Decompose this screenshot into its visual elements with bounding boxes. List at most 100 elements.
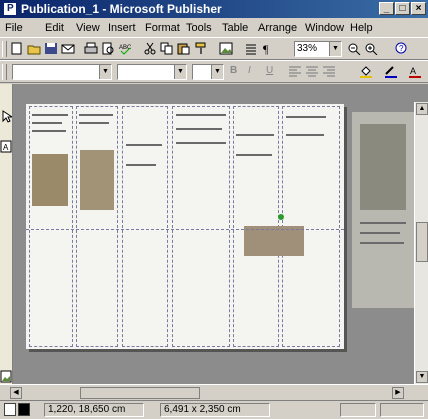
formatting-toolbar: ▼ ▼ ▼ B I U A bbox=[0, 60, 428, 83]
paste-icon[interactable] bbox=[177, 42, 191, 55]
italic-icon[interactable]: I bbox=[248, 65, 262, 78]
status-cell bbox=[340, 403, 376, 417]
underline-icon[interactable]: U bbox=[266, 65, 280, 78]
text-line bbox=[32, 130, 66, 132]
print-preview-icon[interactable] bbox=[101, 42, 115, 55]
email-icon[interactable] bbox=[61, 42, 75, 55]
menu-insert[interactable]: Insert bbox=[108, 22, 136, 34]
size-indicator: 6,491 x 2,350 cm bbox=[160, 403, 270, 417]
photo-frame[interactable] bbox=[360, 124, 406, 210]
scroll-down-icon[interactable]: ▼ bbox=[416, 371, 428, 383]
open-icon[interactable] bbox=[27, 42, 41, 55]
menu-window[interactable]: Window bbox=[305, 22, 344, 34]
font-color-icon[interactable]: A bbox=[408, 65, 422, 78]
close-button[interactable]: × bbox=[411, 2, 426, 15]
menu-format[interactable]: Format bbox=[145, 22, 180, 34]
chevron-down-icon: ▼ bbox=[99, 65, 111, 79]
scroll-right-icon[interactable]: ▶ bbox=[392, 387, 404, 399]
guide-line[interactable] bbox=[26, 229, 344, 230]
text-column[interactable] bbox=[122, 106, 168, 347]
bold-icon[interactable]: B bbox=[230, 65, 244, 78]
text-line bbox=[360, 222, 406, 224]
copy-icon[interactable] bbox=[160, 42, 174, 55]
show-formatting-icon[interactable]: ¶ bbox=[261, 42, 275, 56]
title-bar: P Publication_1 - Microsoft Publisher _ … bbox=[0, 0, 428, 18]
menu-edit[interactable]: Edit bbox=[45, 22, 64, 34]
menu-file[interactable]: File bbox=[5, 22, 23, 34]
vertical-scrollbar[interactable]: ▲ ▼ bbox=[414, 102, 428, 384]
text-line bbox=[126, 164, 156, 166]
scroll-up-icon[interactable]: ▲ bbox=[416, 103, 428, 115]
columns-icon[interactable] bbox=[244, 42, 258, 55]
fill-color-icon[interactable] bbox=[359, 65, 373, 78]
zoom-select[interactable]: 33% ▼ bbox=[294, 41, 342, 57]
publication-page[interactable] bbox=[26, 104, 344, 349]
help-icon[interactable]: ? bbox=[394, 42, 408, 55]
format-painter-icon[interactable] bbox=[194, 42, 208, 55]
zoom-out-icon[interactable] bbox=[347, 42, 361, 56]
text-line bbox=[176, 142, 226, 144]
style-select[interactable]: ▼ bbox=[12, 64, 112, 80]
cut-icon[interactable] bbox=[143, 42, 157, 55]
photo-frame[interactable] bbox=[32, 154, 68, 206]
menu-tools[interactable]: Tools bbox=[186, 22, 212, 34]
text-line bbox=[79, 114, 113, 116]
align-left-icon[interactable] bbox=[288, 65, 302, 78]
status-cell bbox=[380, 403, 424, 417]
text-box-icon[interactable]: A bbox=[0, 140, 12, 153]
scroll-thumb[interactable] bbox=[416, 222, 428, 262]
line-color-icon[interactable] bbox=[384, 65, 398, 78]
size-value: 6,491 x 2,350 cm bbox=[164, 404, 241, 415]
svg-text:?: ? bbox=[399, 44, 404, 53]
window-title: Publication_1 - Microsoft Publisher bbox=[21, 2, 222, 16]
text-column[interactable] bbox=[29, 106, 73, 347]
publisher-app-icon[interactable]: P bbox=[3, 2, 17, 16]
maximize-button[interactable]: □ bbox=[395, 2, 410, 15]
menu-table[interactable]: Table bbox=[222, 22, 248, 34]
scroll-left-icon[interactable]: ◀ bbox=[10, 387, 22, 399]
page-tab[interactable] bbox=[18, 403, 30, 416]
menu-arrange[interactable]: Arrange bbox=[258, 22, 297, 34]
insert-picture-icon[interactable] bbox=[219, 42, 233, 55]
text-line bbox=[32, 122, 62, 124]
minimize-button[interactable]: _ bbox=[379, 2, 394, 15]
horizontal-scrollbar[interactable]: ◀ ▶ bbox=[0, 384, 428, 401]
objects-toolbar: A bbox=[0, 108, 14, 384]
zoom-value: 33% bbox=[297, 43, 318, 54]
select-objects-icon[interactable] bbox=[0, 110, 14, 123]
toolbar-grip[interactable] bbox=[2, 41, 7, 57]
font-select[interactable]: ▼ bbox=[117, 64, 187, 80]
text-line bbox=[236, 134, 274, 136]
font-size-select[interactable]: ▼ bbox=[192, 64, 224, 80]
align-right-icon[interactable] bbox=[322, 65, 336, 78]
menu-help[interactable]: Help bbox=[350, 22, 373, 34]
text-line bbox=[176, 114, 226, 116]
position-value: 1,220, 18,650 cm bbox=[48, 404, 126, 415]
position-indicator: 1,220, 18,650 cm bbox=[44, 403, 144, 417]
scroll-thumb[interactable] bbox=[80, 387, 200, 399]
photo-frame[interactable] bbox=[244, 226, 304, 256]
new-icon[interactable] bbox=[10, 42, 24, 55]
save-icon[interactable] bbox=[44, 42, 58, 55]
print-icon[interactable] bbox=[84, 42, 98, 55]
status-bar: 1,220, 18,650 cm 6,491 x 2,350 cm bbox=[0, 400, 428, 419]
chevron-down-icon: ▼ bbox=[329, 42, 341, 56]
rotate-handle[interactable] bbox=[278, 214, 284, 220]
picture-frame-icon[interactable] bbox=[0, 370, 12, 383]
zoom-in-icon[interactable] bbox=[364, 42, 378, 56]
facing-page[interactable] bbox=[352, 112, 414, 308]
text-line bbox=[32, 114, 68, 116]
text-column[interactable] bbox=[76, 106, 118, 347]
menu-view[interactable]: View bbox=[76, 22, 100, 34]
svg-text:¶: ¶ bbox=[263, 42, 269, 55]
text-line bbox=[360, 242, 404, 244]
text-line bbox=[286, 134, 324, 136]
text-line bbox=[79, 122, 109, 124]
page-tab[interactable] bbox=[4, 403, 16, 416]
photo-frame[interactable] bbox=[80, 150, 114, 210]
spelling-icon[interactable]: ABC bbox=[118, 42, 132, 55]
text-line bbox=[176, 128, 222, 130]
align-center-icon[interactable] bbox=[305, 65, 319, 78]
toolbar-grip[interactable] bbox=[2, 64, 7, 80]
standard-toolbar: ABC ¶ 33% ▼ ? bbox=[0, 37, 428, 60]
